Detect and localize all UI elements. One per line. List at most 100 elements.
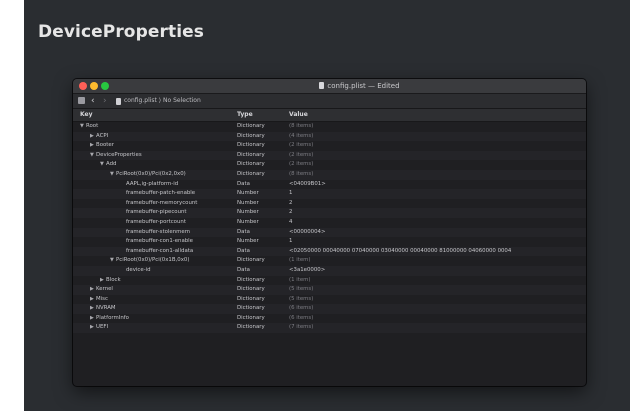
row-key: AAPL,ig-platform-id bbox=[120, 180, 178, 190]
row-value: (5 items) bbox=[289, 295, 314, 302]
table-row[interactable]: framebuffer-memorycount Number 2 bbox=[73, 199, 586, 209]
table-row[interactable]: ▶ Kernel Dictionary (5 items) bbox=[73, 285, 586, 295]
row-type[interactable]: Dictionary bbox=[237, 160, 265, 170]
row-type[interactable]: Dictionary bbox=[237, 141, 265, 151]
row-key-label: PlatformInfo bbox=[96, 314, 129, 321]
row-key-label: framebuffer-stolenmem bbox=[126, 228, 190, 235]
row-value[interactable]: <02050000 00040000 07040000 03040000 000… bbox=[289, 247, 511, 257]
table-row[interactable]: ▼ PciRoot(0x0)/Pci(0x2,0x0) Dictionary (8 i… bbox=[73, 169, 586, 180]
row-type[interactable]: Dictionary bbox=[237, 170, 265, 180]
row-value[interactable]: <00000004> bbox=[289, 228, 325, 238]
window-title: config.plist — Edited bbox=[73, 79, 586, 93]
row-type[interactable]: Data bbox=[237, 228, 250, 238]
row-key-label: Add bbox=[106, 161, 117, 168]
plist-editor-window: config.plist — Edited ‹ › config.plist ⟩… bbox=[73, 79, 586, 386]
row-value[interactable]: 2 bbox=[289, 208, 292, 218]
row-type[interactable]: Dictionary bbox=[237, 314, 265, 324]
row-key-label: Misc bbox=[96, 295, 108, 302]
table-row[interactable]: AAPL,ig-platform-id Data <04009B01> bbox=[73, 180, 586, 190]
page-title: DeviceProperties bbox=[38, 22, 204, 42]
row-value: (4 items) bbox=[289, 132, 314, 139]
table-row[interactable]: ▶ Misc Dictionary (5 items) bbox=[73, 295, 586, 305]
back-button[interactable]: ‹ bbox=[91, 94, 95, 108]
row-type[interactable]: Dictionary bbox=[237, 122, 265, 132]
row-key: ▼ Root bbox=[80, 122, 98, 132]
row-value: (1 item) bbox=[289, 276, 311, 283]
window-titlebar[interactable]: config.plist — Edited bbox=[73, 79, 586, 94]
row-type[interactable]: Number bbox=[237, 208, 259, 218]
column-header-type[interactable]: Type bbox=[237, 109, 253, 121]
row-key-label: PciRoot(0x0)/Pci(0x1B,0x0) bbox=[116, 257, 190, 264]
row-key: ▼ PciRoot(0x0)/Pci(0x1B,0x0) bbox=[110, 256, 189, 266]
table-row[interactable]: ▶ PlatformInfo Dictionary (6 items) bbox=[73, 314, 586, 324]
row-value[interactable]: 2 bbox=[289, 199, 292, 209]
row-type[interactable]: Data bbox=[237, 180, 250, 190]
row-type[interactable]: Dictionary bbox=[237, 304, 265, 314]
table-row[interactable]: ▶ UEFI Dictionary (7 items) bbox=[73, 323, 586, 334]
table-header: Key Type Value bbox=[73, 109, 586, 122]
row-type[interactable]: Dictionary bbox=[237, 256, 265, 266]
row-key: ▼ PciRoot(0x0)/Pci(0x2,0x0) bbox=[110, 170, 186, 180]
row-type[interactable]: Number bbox=[237, 218, 259, 228]
table-row[interactable]: framebuffer-con1-alldata Data <02050000 00… bbox=[73, 246, 586, 257]
row-type[interactable]: Dictionary bbox=[237, 151, 265, 161]
row-key: ▶ Booter bbox=[90, 141, 114, 151]
row-value[interactable]: <3a1e0000> bbox=[289, 266, 325, 276]
row-type[interactable]: Data bbox=[237, 266, 250, 276]
row-type[interactable]: Dictionary bbox=[237, 323, 265, 333]
table-row[interactable]: ▼ Add Dictionary (2 items) bbox=[73, 160, 586, 170]
table-row[interactable]: ▼ DeviceProperties Dictionary (2 items) bbox=[73, 150, 586, 161]
window-title-text: config.plist — Edited bbox=[327, 82, 400, 90]
document-icon bbox=[319, 82, 325, 89]
row-value: (2 items) bbox=[289, 142, 314, 149]
table-row[interactable]: ▼ PciRoot(0x0)/Pci(0x1B,0x0) Dictionary (1 … bbox=[73, 256, 586, 266]
row-type[interactable]: Data bbox=[237, 247, 250, 257]
row-value[interactable]: 4 bbox=[289, 218, 292, 228]
table-row[interactable]: framebuffer-patch-enable Number 1 bbox=[73, 189, 586, 199]
row-type[interactable]: Number bbox=[237, 199, 259, 209]
row-value[interactable]: 1 bbox=[289, 189, 292, 199]
navigation-bar: ‹ › config.plist ⟩ No Selection bbox=[73, 94, 586, 109]
row-value: (8 items) bbox=[289, 123, 314, 129]
page-background: DeviceProperties config.plist — Edited ‹… bbox=[24, 0, 630, 411]
table-row[interactable]: ▶ Booter Dictionary (2 items) bbox=[73, 141, 586, 151]
row-key: ▶ ACPI bbox=[90, 132, 108, 142]
row-value[interactable]: <04009B01> bbox=[289, 180, 326, 190]
row-type[interactable]: Dictionary bbox=[237, 132, 265, 142]
column-header-key[interactable]: Key bbox=[80, 109, 93, 121]
plist-table-body: ▼ Root Dictionary (8 items) ▶ ACPI Dictionary (… bbox=[73, 122, 586, 334]
row-key: framebuffer-con1-alldata bbox=[120, 247, 193, 257]
row-value[interactable]: 1 bbox=[289, 237, 292, 247]
table-row[interactable]: framebuffer-con1-enable Number 1 bbox=[73, 237, 586, 247]
row-key-label: DeviceProperties bbox=[96, 151, 142, 158]
row-key-label: Booter bbox=[96, 142, 114, 149]
row-key-label: NVRAM bbox=[96, 305, 116, 312]
breadcrumb[interactable]: config.plist ⟩ No Selection bbox=[124, 94, 201, 108]
table-row[interactable]: ▶ Block Dictionary (1 item) bbox=[73, 276, 586, 286]
row-key-label: ACPI bbox=[96, 132, 109, 139]
row-key-label: Block bbox=[106, 276, 121, 283]
row-type[interactable]: Dictionary bbox=[237, 276, 265, 286]
row-key-label: framebuffer-con1-alldata bbox=[126, 247, 194, 254]
row-type[interactable]: Dictionary bbox=[237, 295, 265, 305]
row-key: framebuffer-stolenmem bbox=[120, 228, 190, 238]
forward-button[interactable]: › bbox=[103, 94, 107, 108]
row-key: ▶ Misc bbox=[90, 295, 108, 305]
row-value: (6 items) bbox=[289, 305, 314, 312]
row-key-label: framebuffer-patch-enable bbox=[126, 190, 196, 197]
row-type[interactable]: Number bbox=[237, 237, 259, 247]
column-header-value[interactable]: Value bbox=[289, 109, 308, 121]
table-row[interactable]: framebuffer-stolenmem Data <00000004> bbox=[73, 227, 586, 238]
row-key: framebuffer-patch-enable bbox=[120, 189, 195, 199]
table-row[interactable]: device-id Data <3a1e0000> bbox=[73, 265, 586, 276]
table-row[interactable]: framebuffer-portcount Number 4 bbox=[73, 218, 586, 228]
row-value: (1 item) bbox=[289, 257, 311, 264]
table-row[interactable]: ▼ Root Dictionary (8 items) bbox=[73, 122, 586, 132]
grid-view-icon[interactable] bbox=[78, 97, 85, 104]
table-row[interactable]: framebuffer-pipecount Number 2 bbox=[73, 208, 586, 218]
row-key-label: framebuffer-memorycount bbox=[126, 199, 198, 206]
table-row[interactable]: ▶ NVRAM Dictionary (6 items) bbox=[73, 304, 586, 314]
row-type[interactable]: Number bbox=[237, 189, 259, 199]
table-row[interactable]: ▶ ACPI Dictionary (4 items) bbox=[73, 131, 586, 142]
row-type[interactable]: Dictionary bbox=[237, 285, 265, 295]
